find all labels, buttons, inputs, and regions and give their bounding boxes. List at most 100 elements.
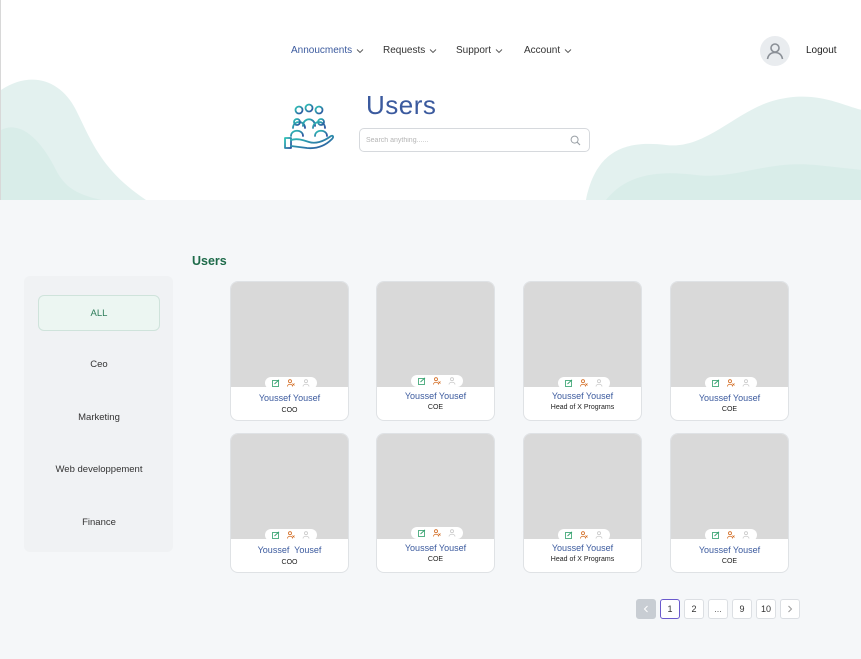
user-role: COO (281, 559, 298, 566)
chevron-down-icon (356, 48, 364, 53)
page-button[interactable]: 10 (756, 599, 776, 619)
nav-item-label: Requests (383, 45, 426, 56)
page-ellipsis: ... (708, 599, 728, 619)
search-icon[interactable] (570, 135, 581, 146)
card-actions (411, 527, 463, 539)
user-disabled-icon[interactable] (302, 379, 310, 387)
user-disabled-icon[interactable] (595, 379, 603, 387)
nav-item-label: Annoucments (291, 45, 353, 56)
user-role: COE (721, 558, 738, 565)
search-input[interactable] (366, 132, 561, 148)
user-role: COO (281, 407, 298, 414)
user-name: Youssef Yousef (698, 393, 761, 403)
user-role: Head of X Programs (550, 556, 615, 563)
sidebar-item-ceo[interactable]: Ceo (38, 346, 160, 382)
remove-user-icon[interactable] (433, 377, 441, 385)
user-avatar-icon (766, 43, 784, 60)
user-card[interactable]: Youssef Yousef Head of X Programs (523, 281, 642, 421)
users-hand-logo-icon (284, 103, 334, 150)
logout-link[interactable]: Logout (806, 45, 837, 56)
page-button[interactable]: 2 (684, 599, 704, 619)
user-card[interactable]: Youssef Yousef COO (230, 281, 349, 421)
user-role: COE (427, 404, 444, 411)
user-card[interactable]: Youssef Yousef COE (376, 433, 495, 573)
next-page-button[interactable] (780, 599, 800, 619)
page-button[interactable]: 1 (660, 599, 680, 619)
user-disabled-icon[interactable] (448, 529, 456, 537)
nav-item-label: Support (456, 45, 492, 56)
user-disabled-icon[interactable] (448, 377, 456, 385)
sidebar-item-label: Marketing (78, 411, 120, 423)
edit-icon[interactable] (418, 529, 426, 537)
remove-user-icon[interactable] (727, 379, 735, 387)
sidebar-item-marketing[interactable]: Marketing (38, 399, 160, 435)
remove-user-icon[interactable] (433, 529, 441, 537)
user-photo (671, 282, 788, 387)
card-actions (705, 529, 757, 541)
user-card[interactable]: Youssef Yousef COE (670, 433, 789, 573)
user-card[interactable]: Youssef Yousef COO (230, 433, 349, 573)
user-name: Youssef Yousef (404, 543, 467, 553)
card-actions (558, 377, 610, 389)
avatar[interactable] (760, 36, 790, 66)
sidebar-item-finance[interactable]: Finance (38, 504, 160, 540)
user-card[interactable]: Youssef Yousef COE (670, 281, 789, 421)
sidebar-item-web-developpement[interactable]: Web developpement (38, 451, 160, 487)
user-disabled-icon[interactable] (742, 531, 750, 539)
user-disabled-icon[interactable] (742, 379, 750, 387)
user-photo (524, 434, 641, 539)
card-actions (558, 529, 610, 541)
nav-item-requests[interactable]: Requests (383, 45, 437, 56)
remove-user-icon[interactable] (580, 531, 588, 539)
user-photo (671, 434, 788, 539)
edit-icon[interactable] (418, 377, 426, 385)
user-role: COE (427, 556, 444, 563)
category-sidebar: ALL Ceo Marketing Web developpement Fina… (24, 276, 173, 552)
chevron-down-icon (429, 48, 437, 53)
user-name: Youssef Yousef (257, 545, 322, 555)
section-title: Users (192, 254, 227, 268)
nav-item-annoucments[interactable]: Annoucments (291, 45, 364, 56)
remove-user-icon[interactable] (287, 531, 295, 539)
nav-item-account[interactable]: Account (524, 45, 572, 56)
user-role: Head of X Programs (550, 404, 615, 411)
remove-user-icon[interactable] (727, 531, 735, 539)
user-disabled-icon[interactable] (595, 531, 603, 539)
nav-item-support[interactable]: Support (456, 45, 503, 56)
user-disabled-icon[interactable] (302, 531, 310, 539)
user-photo (377, 282, 494, 387)
chevron-down-icon (564, 48, 572, 53)
page-title: Users (366, 90, 437, 120)
decorative-wave-right (586, 96, 861, 200)
edit-icon[interactable] (272, 379, 280, 387)
user-photo (231, 282, 348, 387)
remove-user-icon[interactable] (580, 379, 588, 387)
edit-icon[interactable] (712, 379, 720, 387)
edit-icon[interactable] (565, 531, 573, 539)
card-actions (411, 375, 463, 387)
edit-icon[interactable] (712, 531, 720, 539)
user-name: Youssef Yousef (551, 391, 614, 401)
nav-item-label: Account (524, 45, 561, 56)
chevron-right-icon (788, 605, 793, 613)
sidebar-item-all[interactable]: ALL (38, 295, 160, 331)
top-nav: Annoucments Requests Support Account (1, 45, 861, 59)
decorative-wave-left (1, 79, 146, 200)
pagination: 1 2 ... 9 10 (0, 599, 861, 619)
user-photo (377, 434, 494, 539)
sidebar-item-label: ALL (90, 307, 108, 319)
sidebar-item-label: Finance (82, 516, 116, 528)
edit-icon[interactable] (272, 531, 280, 539)
user-card[interactable]: Youssef Yousef Head of X Programs (523, 433, 642, 573)
remove-user-icon[interactable] (287, 379, 295, 387)
card-actions (705, 377, 757, 389)
prev-page-button[interactable] (636, 599, 656, 619)
user-card[interactable]: Youssef Yousef COE (376, 281, 495, 421)
user-photo (524, 282, 641, 387)
page-button[interactable]: 9 (732, 599, 752, 619)
edit-icon[interactable] (565, 379, 573, 387)
user-name: Youssef Yousef (698, 545, 761, 555)
user-name: Youssef Yousef (404, 391, 467, 401)
user-photo (231, 434, 348, 539)
user-name: Youssef Yousef (258, 393, 321, 403)
